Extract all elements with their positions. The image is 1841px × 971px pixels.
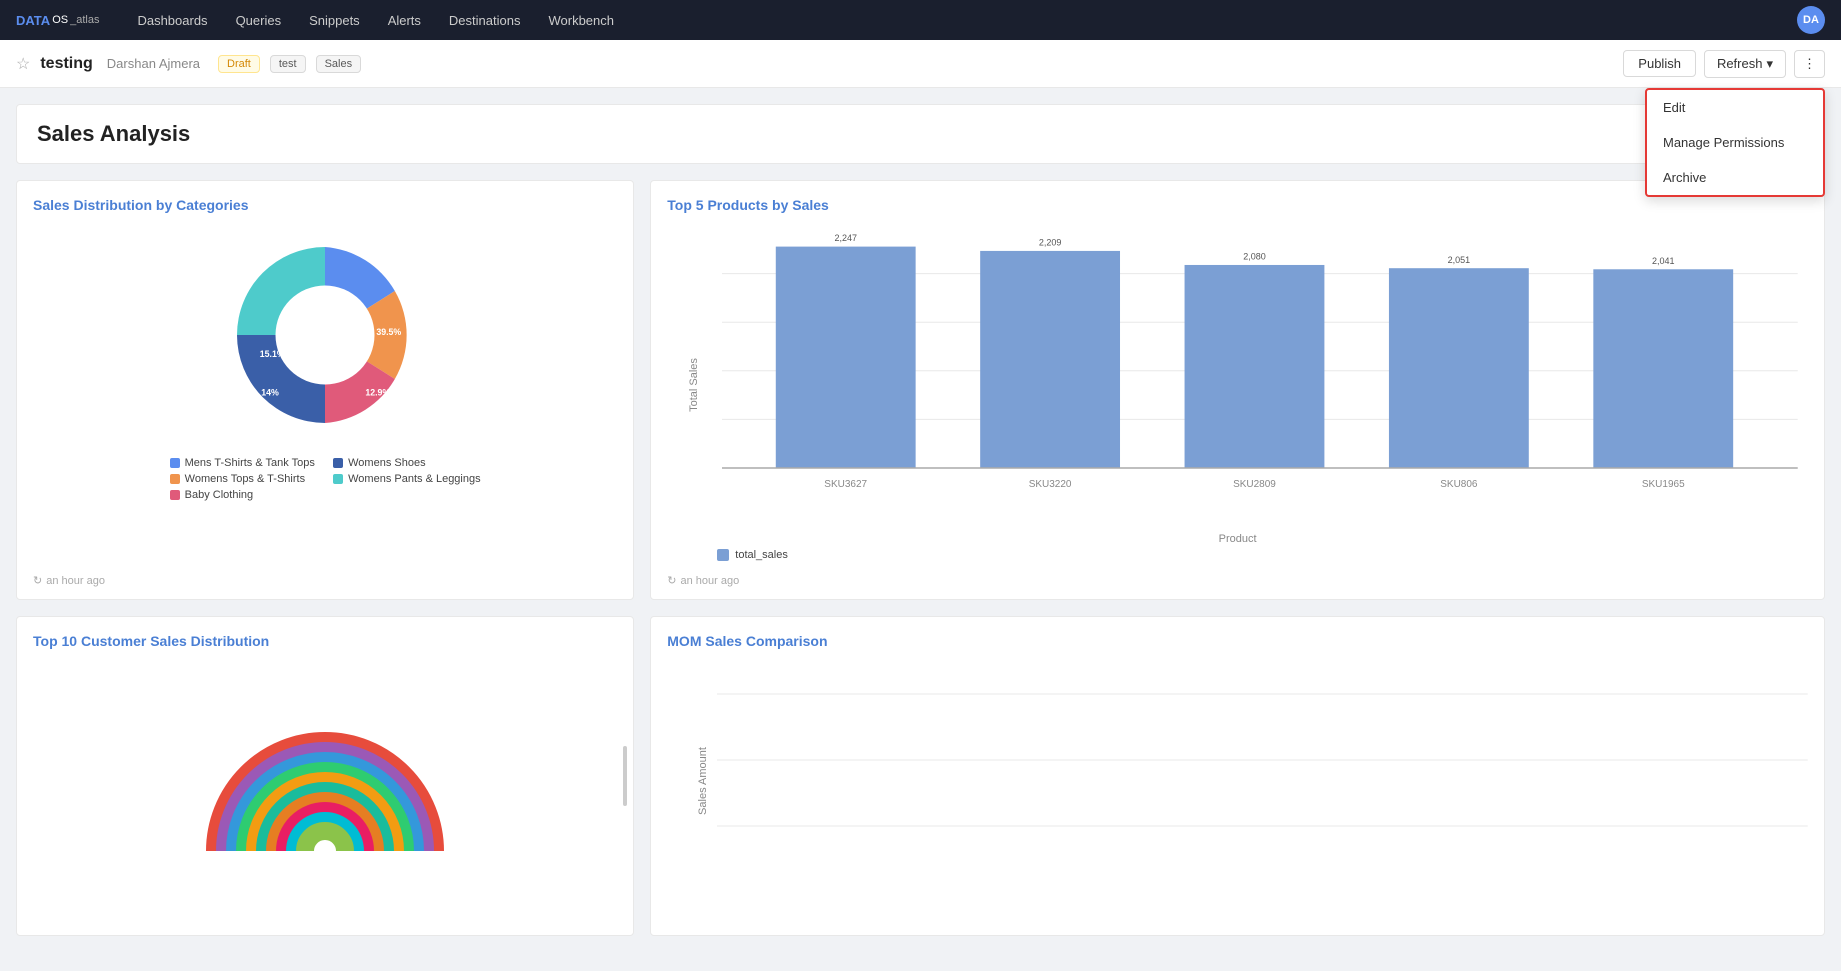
bar-chart-svg: 0 500 1000 1500 2000 2,247 SKU3627 2,209… (722, 225, 1798, 495)
bar-legend-label: total_sales (735, 549, 788, 561)
more-options-button[interactable]: ⋮ (1794, 50, 1825, 78)
donut-label-2: 15.1% (260, 349, 285, 359)
tag-test: test (270, 55, 306, 73)
svg-text:SKU3220: SKU3220 (1029, 479, 1072, 490)
legend-mens-tshirts: Mens T-Shirts & Tank Tops (170, 457, 317, 469)
bar-sku806 (1389, 268, 1529, 468)
legend-dot-womens-tops (170, 474, 180, 484)
chart-mom-sales: MOM Sales Comparison Sales Amount 40k 35… (650, 616, 1825, 936)
svg-text:2,247: 2,247 (835, 233, 858, 243)
top-nav: DATA OS _atlas Dashboards Queries Snippe… (0, 0, 1841, 40)
chart1-title: Sales Distribution by Categories (33, 197, 617, 213)
mom-chart-svg: 40k 35k 30k (717, 661, 1808, 881)
svg-text:SKU806: SKU806 (1441, 479, 1479, 490)
bar-sku3627 (776, 247, 916, 468)
legend-womens-pants: Womens Pants & Leggings (333, 473, 480, 485)
legend-dot-womens-shoes (333, 458, 343, 468)
legend-label-womens-pants: Womens Pants & Leggings (348, 473, 480, 485)
bar-legend-dot (717, 549, 729, 561)
customer-donut-svg (195, 721, 455, 861)
donut-label-3: 12.9% (365, 388, 390, 398)
donut-chart-container: 18.6% 39.5% 15.1% 12.9% 14% Mens T-Shirt… (33, 225, 617, 501)
charts-grid: Sales Distribution by Categories (16, 180, 1825, 936)
bar-chart-wrapper: Total Sales 0 500 1000 1500 2000 (667, 225, 1808, 545)
mom-chart-wrapper: Sales Amount 40k 35k 30k (667, 661, 1808, 901)
svg-text:2,041: 2,041 (1652, 256, 1675, 266)
legend-womens-tops: Womens Tops & T-Shirts (170, 473, 317, 485)
donut-label-1: 18.6% (305, 296, 330, 306)
legend-baby-clothing: Baby Clothing (170, 489, 317, 501)
chart4-title: MOM Sales Comparison (667, 633, 1808, 649)
user-avatar[interactable]: DA (1797, 6, 1825, 34)
legend-dot-baby-clothing (170, 490, 180, 500)
bar-sku3220 (980, 251, 1120, 468)
brand-logo: DATA OS _atlas (16, 13, 99, 28)
legend-label-mens-tshirts: Mens T-Shirts & Tank Tops (185, 457, 315, 469)
svg-text:2,051: 2,051 (1448, 255, 1471, 265)
mom-y-axis-label: Sales Amount (697, 747, 709, 815)
svg-text:2,080: 2,080 (1243, 252, 1266, 262)
nav-destinations[interactable]: Destinations (447, 9, 523, 32)
tag-sales: Sales (316, 55, 362, 73)
nav-dashboards[interactable]: Dashboards (135, 9, 209, 32)
chart-customer-distribution: Top 10 Customer Sales Distribution (16, 616, 634, 936)
customer-chart-area (33, 661, 617, 861)
nav-alerts[interactable]: Alerts (386, 9, 423, 32)
publish-button[interactable]: Publish (1623, 50, 1696, 77)
refresh-label: Refresh (1717, 56, 1763, 71)
nav-workbench[interactable]: Workbench (546, 9, 616, 32)
x-axis-label: Product (1219, 533, 1257, 545)
dashboard-title: testing (40, 55, 92, 73)
sub-nav: ☆ testing Darshan Ajmera Draft test Sale… (0, 40, 1841, 88)
svg-text:SKU2809: SKU2809 (1233, 479, 1276, 490)
tag-draft: Draft (218, 55, 260, 73)
favorite-icon[interactable]: ☆ (16, 54, 30, 74)
user-name: Darshan Ajmera (107, 56, 200, 71)
nav-queries[interactable]: Queries (234, 9, 284, 32)
refresh-icon-small-2: ↻ (667, 574, 676, 587)
chart-sales-distribution: Sales Distribution by Categories (16, 180, 634, 600)
donut-label-4: 39.5% (376, 327, 401, 337)
chart3-title: Top 10 Customer Sales Distribution (33, 633, 617, 649)
donut-label-5: 14% (261, 388, 279, 398)
refresh-icon-small: ↻ (33, 574, 42, 587)
bar-sku1965 (1594, 269, 1734, 468)
legend-label-baby-clothing: Baby Clothing (185, 489, 254, 501)
bar-legend: total_sales (667, 549, 1808, 561)
y-axis-label: Total Sales (688, 358, 700, 412)
chevron-down-icon: ▾ (1766, 56, 1773, 72)
legend-label-womens-shoes: Womens Shoes (348, 457, 425, 469)
main-content: Sales Analysis Sales Distribution by Cat… (0, 88, 1841, 971)
legend-label-womens-tops: Womens Tops & T-Shirts (185, 473, 305, 485)
svg-text:SKU1965: SKU1965 (1642, 479, 1685, 490)
page-title: Sales Analysis (16, 104, 1825, 164)
nav-snippets[interactable]: Snippets (307, 9, 362, 32)
refresh-button[interactable]: Refresh ▾ (1704, 50, 1786, 78)
legend-dot-mens-tshirts (170, 458, 180, 468)
brand-data: DATA (16, 13, 50, 28)
bar-sku2809 (1185, 265, 1325, 468)
dropdown-manage-permissions[interactable]: Manage Permissions (1647, 125, 1823, 160)
legend-womens-shoes: Womens Shoes (333, 457, 480, 469)
dropdown-archive[interactable]: Archive (1647, 160, 1823, 195)
donut-legend: Mens T-Shirts & Tank Tops Womens Shoes W… (170, 457, 481, 501)
brand-os: OS (52, 14, 68, 26)
chart2-title: Top 5 Products by Sales (667, 197, 1808, 213)
brand-atlas: _atlas (70, 14, 99, 26)
chart-top-products: Top 5 Products by Sales Total Sales 0 50… (650, 180, 1825, 600)
sub-nav-actions: Publish Refresh ▾ ⋮ Edit Manage Permissi… (1623, 50, 1825, 78)
scroll-indicator (623, 746, 627, 806)
dropdown-edit[interactable]: Edit (1647, 90, 1823, 125)
context-dropdown: Edit Manage Permissions Archive (1645, 88, 1825, 197)
legend-dot-womens-pants (333, 474, 343, 484)
chart2-timestamp: ↻ an hour ago (667, 574, 739, 587)
svg-text:SKU3627: SKU3627 (825, 479, 868, 490)
donut-svg: 18.6% 39.5% 15.1% 12.9% 14% (215, 225, 435, 445)
chart1-timestamp: ↻ an hour ago (33, 574, 105, 587)
svg-text:2,209: 2,209 (1039, 238, 1062, 248)
